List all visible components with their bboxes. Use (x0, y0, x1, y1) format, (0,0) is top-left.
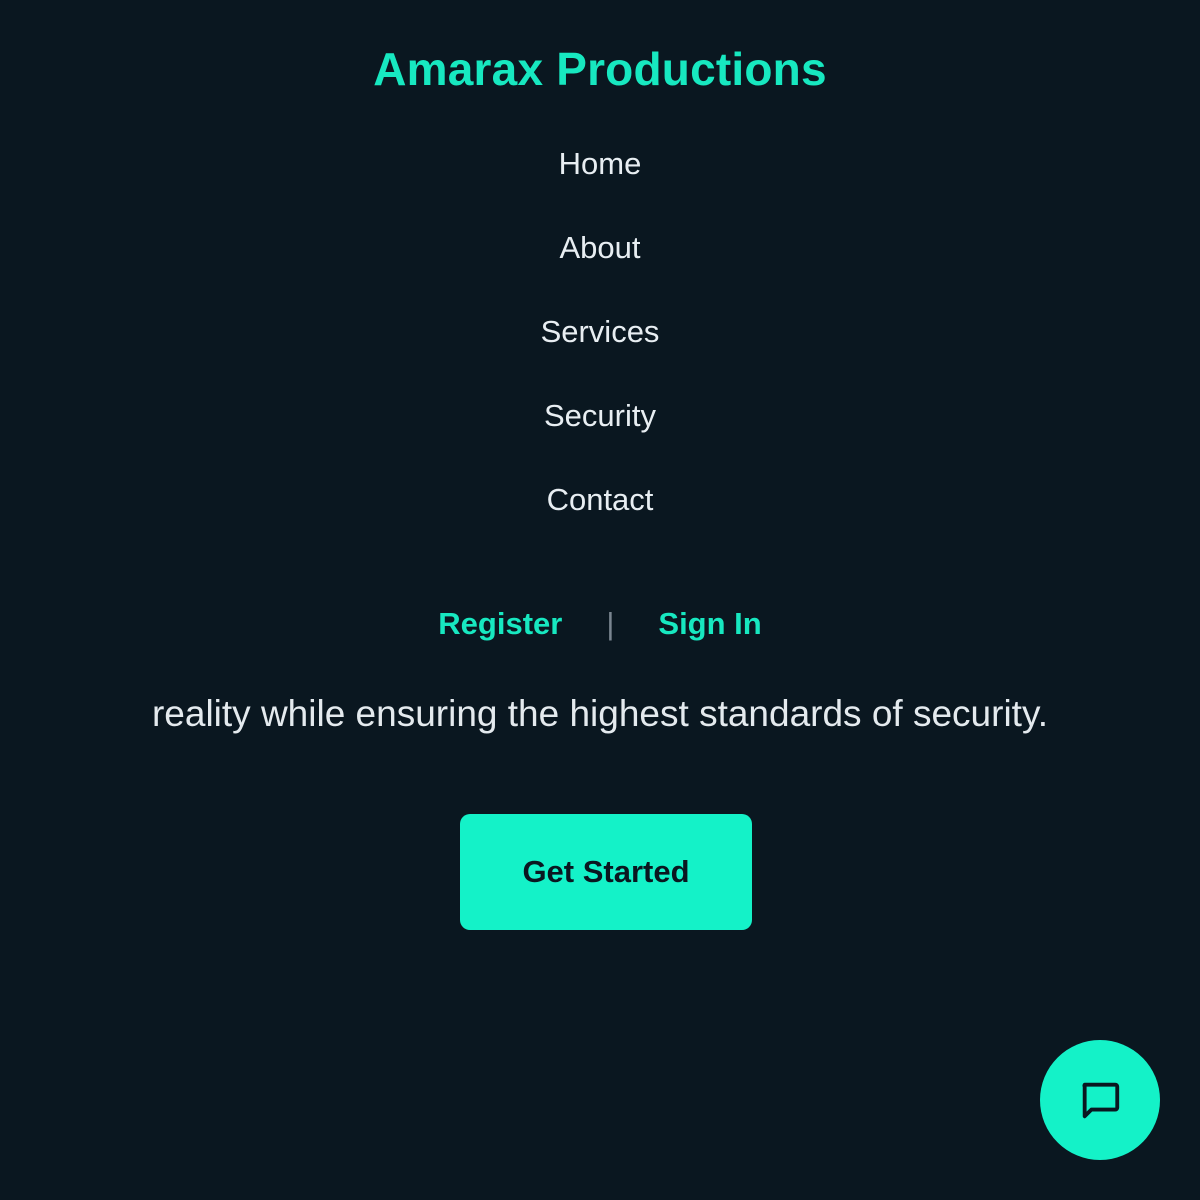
nav-link-about[interactable]: About (559, 224, 640, 272)
nav-item-services: Services (0, 308, 1200, 392)
main-nav: Home About Services Security Contact (0, 140, 1200, 560)
brand-logo-text[interactable]: Amarax Productions (0, 42, 1200, 96)
register-link[interactable]: Register (438, 606, 562, 641)
nav-link-contact[interactable]: Contact (547, 476, 654, 524)
nav-item-security: Security (0, 392, 1200, 476)
nav-item-contact: Contact (0, 476, 1200, 560)
auth-links: Register | Sign In (0, 606, 1200, 642)
nav-item-home: Home (0, 140, 1200, 224)
page: Amarax Productions Home About Services S… (0, 0, 1200, 1200)
nav-link-services[interactable]: Services (541, 308, 660, 356)
auth-separator: | (606, 606, 615, 641)
get-started-button[interactable]: Get Started (460, 814, 752, 930)
hero-text: reality while ensuring the highest stand… (151, 693, 1048, 734)
nav-link-security[interactable]: Security (544, 392, 656, 440)
nav-item-about: About (0, 224, 1200, 308)
chat-button[interactable] (1040, 1040, 1160, 1160)
nav-link-home[interactable]: Home (559, 140, 642, 188)
signin-link[interactable]: Sign In (658, 606, 761, 641)
chat-bubble-icon (1077, 1077, 1123, 1123)
